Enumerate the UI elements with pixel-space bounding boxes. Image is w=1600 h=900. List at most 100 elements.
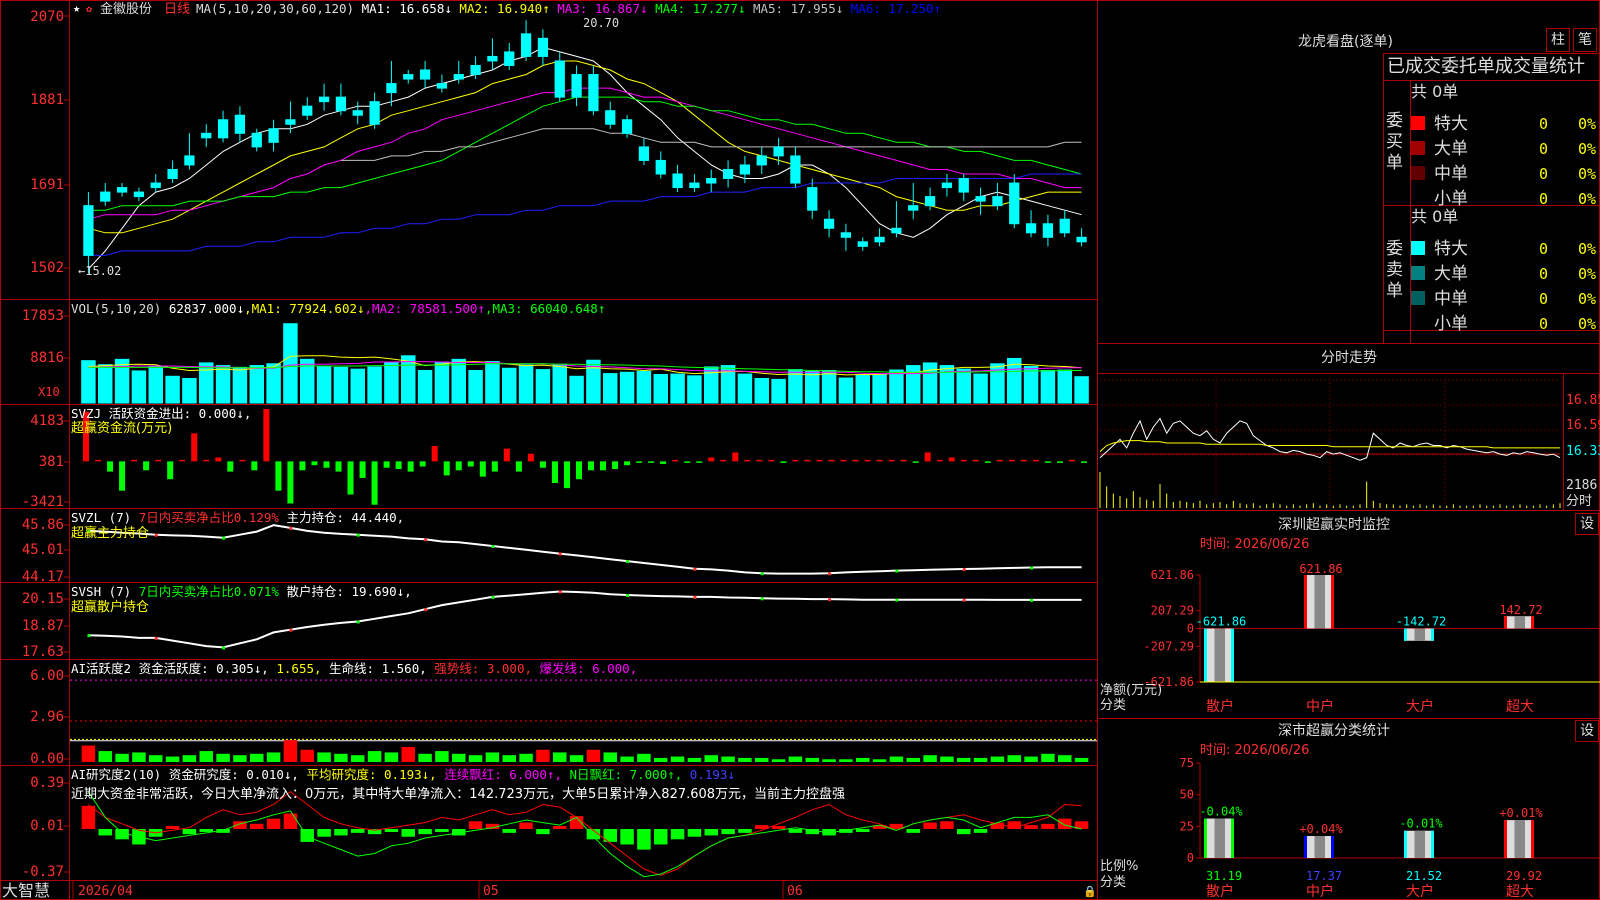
intraday-y-tick: 16.85	[1566, 393, 1600, 408]
activity-bar	[670, 756, 685, 762]
order-count: 0	[1539, 140, 1548, 158]
flow-bar	[840, 459, 847, 462]
y-tick-svzl: 45.86	[22, 517, 64, 533]
research-bar	[401, 829, 415, 837]
ai-research-panel[interactable]	[81, 790, 1089, 878]
header-item: 平均研究度: 0.193↓,	[299, 767, 437, 782]
activity-bar	[334, 753, 348, 762]
research-bar	[300, 829, 314, 842]
candle-body	[201, 132, 212, 139]
candle-body	[403, 74, 414, 80]
order-swatch	[1411, 291, 1425, 305]
bar-bottom-label: 17.37	[1306, 869, 1342, 883]
research-bar	[620, 829, 634, 845]
flow-bar	[443, 461, 450, 476]
research-bar	[81, 805, 96, 829]
flow-bar	[131, 459, 138, 462]
header-item: SVSH (7)	[71, 584, 131, 599]
flow-bar	[503, 448, 510, 462]
research-bar	[670, 829, 685, 840]
holding-dot	[491, 595, 495, 599]
y-tick-svzl: 45.01	[22, 542, 64, 558]
high-price-label: 20.70	[583, 16, 619, 30]
flow-bar	[1068, 459, 1075, 462]
order-pct: 0%	[1578, 165, 1596, 183]
category-bar-edge	[1304, 835, 1307, 858]
candle-body	[722, 168, 734, 180]
header-item: AI研究度2(10)	[71, 767, 161, 782]
vol-bar	[215, 365, 231, 404]
flow-bar	[155, 459, 162, 462]
stroke-view-button[interactable]: 笔	[1573, 28, 1597, 52]
vol-bar	[619, 371, 635, 404]
vol-bar	[956, 368, 971, 404]
category-bar-edge	[1204, 628, 1207, 682]
holding-dot	[828, 572, 832, 576]
candle-body	[318, 96, 330, 103]
ai-research-note: 近期大资金非常活跃，今日大单净流入：0万元，其中特大单净流入：142.723万元…	[71, 786, 845, 802]
category-bar-edge	[1231, 628, 1234, 682]
vol-bar	[350, 368, 365, 404]
activity-bar	[216, 753, 230, 762]
y-tick: 621.86	[1151, 568, 1194, 582]
activity-bar	[1074, 757, 1089, 762]
holding-dot	[626, 594, 630, 598]
flow-bar	[347, 461, 354, 495]
candle-body	[655, 159, 666, 175]
activity-bar	[654, 757, 668, 762]
order-name: 特大	[1434, 239, 1468, 259]
vol-bar	[283, 323, 298, 404]
activity-bar	[586, 749, 601, 762]
activity-bar	[300, 749, 314, 762]
holding-dot	[289, 526, 293, 530]
candlestick-panel[interactable]	[83, 20, 1087, 274]
order-pct: 0%	[1578, 190, 1596, 208]
research-bar	[468, 821, 483, 829]
y-tick-ai_act: 2.96	[30, 709, 64, 725]
category-bar-shade	[1314, 575, 1325, 629]
category-label: 大户	[1406, 698, 1434, 715]
star-icon: ★	[73, 1, 80, 15]
category-bar-edge	[1404, 628, 1407, 641]
intraday-panel[interactable]: 16.85 16.59 16.33 2186分时	[1099, 378, 1600, 509]
ai-research-header: AI研究度2(10) 资金研究度: 0.010↓, 平均研究度: 0.193↓,…	[71, 767, 735, 782]
header-item: 生命线: 1.560,	[322, 661, 427, 676]
svzj-panel[interactable]	[83, 409, 1087, 505]
holding-dot	[693, 595, 697, 599]
candle-body	[453, 74, 464, 80]
holding-dot	[154, 533, 158, 537]
column-view-button[interactable]: 柱	[1546, 28, 1570, 52]
flow-bar	[696, 461, 703, 463]
activity-bar	[788, 756, 803, 762]
order-name: 特大	[1434, 114, 1468, 134]
y-tick: 0	[1187, 851, 1194, 865]
flow-bar	[612, 461, 619, 470]
candle-body	[302, 105, 313, 116]
header-item: SVZL (7)	[71, 510, 131, 525]
chart-canvas[interactable]: 16.85 16.59 16.33 2186分时 621.86 207.29 0 -207.…	[0, 0, 1600, 900]
flow-bar	[672, 459, 679, 462]
category-bar-shade	[1414, 628, 1425, 641]
flow-bar	[311, 461, 318, 466]
research-bar	[923, 822, 937, 829]
flow-bar	[323, 461, 330, 468]
svsh-panel[interactable]	[87, 590, 1082, 650]
monitor-settings-button[interactable]: 设	[1575, 513, 1599, 535]
ai-activity-panel[interactable]	[70, 679, 1097, 762]
flow-bar	[119, 461, 126, 491]
classify-panel[interactable]: 75 50 25 0 -0.04% 散户31.19 +0.04% 中户17.37 -0.01% 大…	[1180, 756, 1600, 900]
category-bar-edge	[1531, 820, 1534, 858]
flow-bar	[263, 409, 270, 462]
research-bar	[687, 829, 702, 837]
flow-bar	[588, 461, 595, 471]
holding-dot	[87, 634, 91, 638]
volume-panel[interactable]	[81, 323, 1089, 404]
candle-body	[739, 164, 751, 175]
monitor-panel[interactable]: 621.86207.290-207.29-621.86-621.86散户621.…	[1143, 562, 1600, 715]
flow-bar	[888, 459, 895, 462]
flow-bar	[744, 459, 751, 462]
research-bar	[704, 829, 718, 836]
svzl-panel[interactable]	[87, 524, 1082, 576]
classify-settings-button[interactable]: 设	[1575, 720, 1599, 742]
flow-bar	[299, 461, 306, 471]
